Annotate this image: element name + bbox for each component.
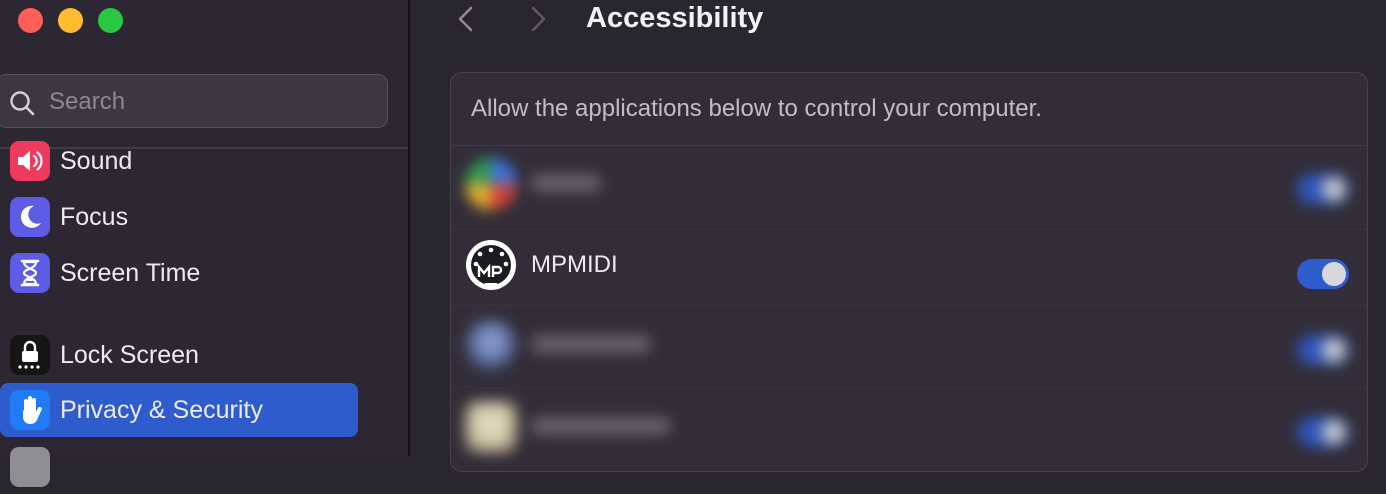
sidebar-item-label: Screen Time (60, 258, 201, 287)
close-window-button[interactable] (18, 8, 43, 33)
app-name: MPMIDI (531, 251, 618, 278)
zoom-window-button[interactable] (98, 8, 123, 33)
sidebar-item-partial[interactable] (0, 440, 358, 494)
sidebar-divider-vertical (408, 0, 410, 456)
row-divider (451, 229, 1367, 230)
sidebar-item-label: Lock Screen (60, 340, 199, 369)
sidebar: Sound Focus Screen Time (0, 0, 408, 487)
page-title: Accessibility (586, 2, 764, 34)
app-row (451, 309, 1367, 389)
forward-chevron-icon[interactable] (524, 4, 552, 34)
panel-divider (451, 145, 1367, 146)
search-field[interactable] (0, 74, 388, 128)
row-divider (451, 305, 1367, 306)
sidebar-item-screen-time[interactable]: Screen Time (0, 246, 358, 300)
toggle-knob (1322, 262, 1346, 286)
search-icon (10, 91, 35, 116)
accessibility-apps-panel: Allow the applications below to control … (450, 72, 1368, 472)
sidebar-item-privacy-security[interactable]: Privacy & Security (0, 383, 358, 437)
moon-icon (10, 197, 50, 237)
sidebar-item-label: Sound (60, 146, 133, 175)
search-input[interactable] (49, 85, 369, 119)
partial-icon (10, 447, 50, 487)
hourglass-icon (10, 253, 50, 293)
app-icon (465, 319, 517, 371)
app-toggle[interactable] (1297, 335, 1349, 365)
mpmidi-app-icon (466, 240, 516, 290)
app-row (451, 391, 1367, 471)
speaker-icon (10, 141, 50, 181)
app-toggle[interactable] (1297, 174, 1349, 204)
mpmidi-toggle[interactable] (1297, 259, 1349, 289)
panel-description: Allow the applications below to control … (471, 95, 1042, 122)
sidebar-item-label: Focus (60, 202, 129, 231)
app-icon (465, 158, 517, 210)
hand-icon (10, 390, 50, 430)
window-controls (18, 8, 123, 33)
back-chevron-icon[interactable] (452, 4, 480, 34)
row-divider (451, 387, 1367, 388)
sidebar-item-label: Privacy & Security (60, 395, 263, 424)
app-row: MPMIDI (451, 231, 1367, 311)
app-row (451, 148, 1367, 228)
minimize-window-button[interactable] (58, 8, 83, 33)
sidebar-item-lock-screen[interactable]: Lock Screen (0, 328, 358, 382)
sidebar-item-sound[interactable]: Sound (0, 134, 358, 188)
app-toggle[interactable] (1297, 417, 1349, 447)
sidebar-item-focus[interactable]: Focus (0, 190, 358, 244)
lock-icon (10, 335, 50, 375)
app-icon (465, 401, 517, 453)
